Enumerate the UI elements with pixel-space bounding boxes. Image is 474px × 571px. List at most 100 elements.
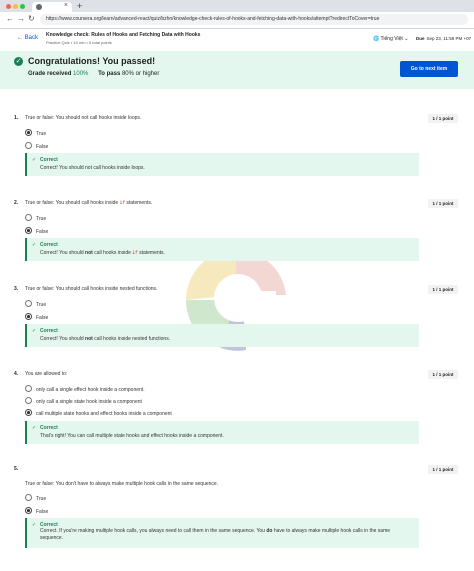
radio-icon[interactable] [25, 494, 32, 501]
url-text: https://www.coursera.org/learn/advanced-… [46, 16, 380, 22]
option-label: True [36, 495, 47, 502]
question-number: 3. [14, 286, 19, 292]
option-1[interactable]: only call a single effect hook inside a … [25, 385, 145, 393]
globe-icon: 🌐 [373, 36, 380, 42]
feedback-message: Correct. If you're making multiple hook … [40, 528, 410, 542]
radio-selected-icon[interactable] [25, 227, 32, 234]
feedback-message: That's right! You can call multiple stat… [40, 433, 224, 439]
close-window-icon[interactable] [6, 4, 11, 9]
browser-tab[interactable]: × [32, 2, 72, 12]
close-tab-icon[interactable]: × [64, 2, 68, 9]
question-text-part: True or false: You should call hooks ins… [25, 200, 119, 206]
question-text: True or false: You don't have to always … [25, 481, 219, 487]
radio-selected-icon[interactable] [25, 129, 32, 136]
points-badge: 1 / 1 point [428, 370, 458, 379]
option-label: True [36, 130, 47, 137]
feedback-title: Correct [40, 242, 58, 248]
option-label: True [36, 301, 47, 308]
grade-value: 100% [73, 71, 89, 77]
feedback-text-part: Correct. If you're making multiple hook … [40, 528, 265, 534]
feedback-emphasis: not [85, 250, 93, 256]
question-text: True or false: You should call hooks ins… [25, 286, 158, 292]
grade-label: Grade received [28, 71, 72, 77]
next-item-button[interactable]: Go to next item [400, 61, 458, 77]
question-text: True or false: You should call hooks ins… [25, 200, 152, 206]
check-icon: ✓ [32, 522, 37, 528]
chevron-down-icon: ⌄ [404, 36, 409, 42]
radio-selected-icon[interactable] [25, 409, 32, 416]
question-number: 2. [14, 200, 19, 206]
option-false[interactable]: False [25, 227, 49, 235]
option-3[interactable]: call multiple state hooks and effect hoo… [25, 409, 172, 417]
new-tab-button[interactable]: + [77, 1, 82, 11]
check-icon: ✓ [32, 157, 37, 163]
forward-arrow-icon[interactable]: → [17, 14, 25, 23]
pass-value: 80% or higher [121, 71, 160, 77]
points-badge: 1 / 1 point [428, 199, 458, 208]
feedback-message: Correct! You should not call hooks insid… [40, 165, 145, 171]
feedback-title: Correct [40, 157, 58, 163]
check-icon: ✓ [32, 425, 37, 431]
option-label: only call a single state hook inside a c… [36, 398, 142, 405]
option-label: False [36, 228, 49, 235]
option-true[interactable]: True [25, 494, 47, 502]
option-label: False [36, 143, 49, 150]
question-text: You are allowed to: [25, 371, 68, 377]
due-value: Sep 23, 11:59 PM +07 [426, 36, 472, 41]
quiz-header: ← Back Knowledge check: Rules of Hooks a… [0, 29, 474, 52]
option-true[interactable]: True [25, 214, 47, 222]
language-selector[interactable]: 🌐 Tiếng Việt ⌄ [373, 36, 408, 42]
feedback-text-part: statements. [139, 250, 165, 256]
feedback-text-part: call hooks inside nested functions. [94, 336, 171, 342]
language-label: Tiếng Việt [380, 36, 403, 42]
back-arrow-icon[interactable]: ← [6, 14, 14, 23]
question-number: 5. [14, 466, 19, 472]
address-bar[interactable]: https://www.coursera.org/learn/advanced-… [40, 14, 468, 25]
maximize-window-icon[interactable] [20, 4, 25, 9]
due-date: Due Sep 23, 11:59 PM +07 [416, 36, 471, 41]
option-false[interactable]: False [25, 142, 49, 150]
radio-icon[interactable] [25, 214, 32, 221]
question-text-part: statements. [126, 200, 153, 206]
feedback-title: Correct [40, 328, 58, 334]
code-snippet: if [119, 201, 126, 206]
option-true[interactable]: True [25, 300, 47, 308]
option-2[interactable]: only call a single state hook inside a c… [25, 397, 142, 405]
question-number: 4. [14, 371, 19, 377]
check-icon: ✓ [32, 328, 37, 334]
question-text: True or false: You should not call hooks… [25, 115, 142, 121]
feedback-box: ✓ Correct Correct! You should not call h… [25, 153, 419, 176]
check-circle-icon: ✓ [14, 57, 23, 66]
points-badge: 1 / 1 point [428, 285, 458, 294]
pass-label: To pass [98, 71, 121, 77]
radio-selected-icon[interactable] [25, 507, 32, 514]
option-false[interactable]: False [25, 507, 49, 515]
quiz-subtitle: Practice Quiz • 10 min • 5 total points [46, 40, 112, 45]
radio-selected-icon[interactable] [25, 313, 32, 320]
reload-icon[interactable]: ↻ [28, 14, 35, 23]
back-link[interactable]: ← Back [17, 35, 38, 41]
minimize-window-icon[interactable] [13, 4, 18, 9]
due-label: Due [416, 36, 425, 41]
feedback-box: ✓ Correct Correct! You should not call h… [25, 324, 419, 347]
feedback-message: Correct! You should not call hooks insid… [40, 250, 165, 256]
option-label: False [36, 508, 49, 515]
radio-icon[interactable] [25, 300, 32, 307]
radio-icon[interactable] [25, 397, 32, 404]
option-false[interactable]: False [25, 313, 48, 321]
feedback-text-part: call hooks inside [94, 250, 131, 256]
feedback-box: ✓ Correct That's right! You can call mul… [25, 421, 419, 444]
option-label: only call a single effect hook inside a … [36, 386, 145, 393]
radio-icon[interactable] [25, 385, 32, 392]
feedback-text-part: Correct! You should [40, 250, 84, 256]
option-label: True [36, 215, 47, 222]
browser-navbar: ← → ↻ https://www.coursera.org/learn/adv… [0, 12, 474, 29]
tab-bar: × + [0, 0, 474, 12]
radio-icon[interactable] [25, 142, 32, 149]
points-badge: 1 / 1 point [428, 465, 458, 474]
question-number: 1. [14, 115, 19, 121]
option-label: call multiple state hooks and effect hoo… [36, 410, 172, 417]
feedback-text-part: Correct! You should [40, 336, 84, 342]
option-true[interactable]: True [25, 129, 47, 137]
feedback-box: ✓ Correct Correct! You should not call h… [25, 238, 419, 261]
